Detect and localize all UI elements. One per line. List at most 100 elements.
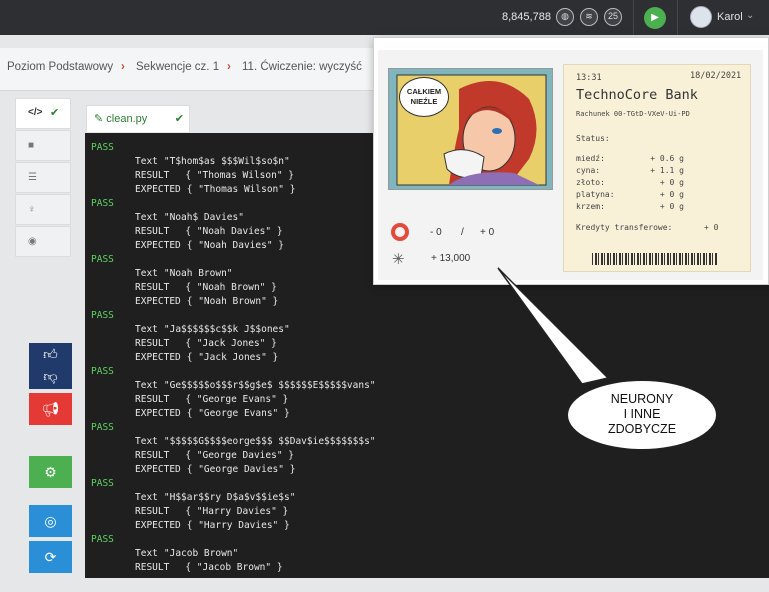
layers-icon[interactable]: ≋: [580, 8, 598, 26]
test-result-line: RESULT { "Noah Davies" }: [135, 226, 283, 237]
like-dislike-button[interactable]: 👍︎ 👎︎: [29, 343, 72, 389]
divider: [677, 0, 678, 35]
badge-icon[interactable]: 25: [604, 8, 622, 26]
pencil-icon: ✎: [94, 113, 107, 125]
metal-value: + 1.1 g: [650, 166, 684, 175]
play-icon[interactable]: ▶: [644, 7, 666, 29]
result-label: RESULT: [135, 338, 170, 349]
test-expected-line: EXPECTED { "Thomas Wilson" }: [135, 184, 295, 195]
report-button[interactable]: 📢︎: [29, 393, 72, 425]
lifebuoy-icon: ◎: [44, 513, 57, 529]
metal-name: platyna:: [576, 190, 615, 199]
tab-list[interactable]: ☰: [15, 162, 71, 193]
callout-line-1: NEURONY: [610, 392, 674, 406]
metal-name: cyna:: [576, 166, 601, 175]
result-value: { "Noah Davies" }: [185, 226, 283, 237]
user-name[interactable]: Karol: [717, 11, 743, 23]
tab-preview[interactable]: ◉: [15, 226, 71, 257]
test-status: PASS: [91, 366, 114, 377]
text-label: Text: [135, 380, 158, 391]
result-label: RESULT: [135, 282, 170, 293]
result-label: RESULT: [135, 394, 170, 405]
test-input-line: Text "H$$ar$$ry D$a$v$$ie$s": [135, 492, 295, 503]
file-name: clean.py: [106, 113, 148, 125]
test-result-line: RESULT { "George Evans" }: [135, 394, 288, 405]
test-input-line: Text "Noah Brown": [135, 268, 233, 279]
avatar[interactable]: [690, 6, 712, 28]
top-bar: 8,845,788 ◍ ≋ 25 ▶ Karol ⌄: [0, 0, 769, 35]
expected-value: { "George Davies" }: [186, 464, 296, 475]
breadcrumb-separator: ›: [227, 61, 231, 73]
megaphone-icon: 📢︎: [41, 401, 60, 417]
help-button[interactable]: ◎: [29, 505, 72, 537]
metal-value: + 0.6 g: [650, 154, 684, 163]
metal-value: + 0 g: [659, 178, 684, 187]
lightbulb-icon: ♀: [28, 204, 36, 215]
result-label: RESULT: [135, 226, 170, 237]
text-label: Text: [135, 268, 158, 279]
input-value: "H$$ar$$ry D$a$v$$ie$s": [163, 492, 296, 503]
test-result-line: RESULT { "Thomas Wilson" }: [135, 170, 294, 181]
text-label: Text: [135, 492, 158, 503]
test-expected-line: EXPECTED { "Noah Brown" }: [135, 296, 278, 307]
bank-account: Rachunek 00-TGtD-VXeV-Ui-PD: [576, 110, 690, 118]
expected-value: { "George Evans" }: [186, 408, 290, 419]
test-expected-line: EXPECTED { "Harry Davies" }: [135, 520, 290, 531]
bank-time: 13:31: [576, 73, 602, 83]
status-label: PASS: [91, 310, 114, 321]
test-result-line: RESULT { "George Davies" }: [135, 450, 294, 461]
eye-icon: ◉: [28, 236, 37, 247]
text-label: Text: [135, 548, 158, 559]
input-value: "Noah Brown": [163, 268, 233, 279]
bank-status-label: Status:: [576, 134, 610, 143]
input-value: "$$$$$G$$$$eorge$$$ $$Dav$ie$$$$$$$s": [163, 436, 376, 447]
result-value: { "Harry Davies" }: [185, 506, 289, 517]
lifebuoy-icon: [391, 223, 409, 241]
result-value: { "Jacob Brown" }: [185, 562, 283, 573]
test-result-line: RESULT { "Jacob Brown" }: [135, 562, 283, 573]
credits-value: + 0: [704, 223, 719, 232]
test-input-line: Text "Ge$$$$$o$$$r$$g$e$ $$$$$$E$$$$$vans…: [135, 380, 376, 391]
expected-value: { "Thomas Wilson" }: [186, 184, 296, 195]
lifebuoy-plus-value: + 0: [480, 227, 495, 238]
callout-line-2: I INNE: [623, 407, 661, 421]
status-label: PASS: [91, 478, 114, 489]
file-tab[interactable]: ✎ clean.py ✔: [86, 105, 190, 132]
expected-label: EXPECTED: [135, 240, 181, 251]
breadcrumb-item-level[interactable]: Poziom Podstawowy: [7, 61, 113, 73]
status-label: PASS: [91, 254, 114, 265]
code-icon: </>: [28, 107, 43, 118]
refresh-button[interactable]: ⟳: [29, 541, 72, 573]
result-value: { "Thomas Wilson" }: [185, 170, 294, 181]
expected-value: { "Harry Davies" }: [186, 520, 290, 531]
neuron-icon: ✳: [392, 251, 405, 268]
breadcrumb-item-section[interactable]: Sekwencje cz. 1: [136, 61, 219, 73]
expected-label: EXPECTED: [135, 464, 181, 475]
expected-label: EXPECTED: [135, 520, 181, 531]
test-input-line: Text "Noah$ Davies": [135, 212, 244, 223]
check-icon: ✔: [50, 107, 60, 119]
test-result-line: RESULT { "Jack Jones" }: [135, 338, 277, 349]
settings-gears-button[interactable]: ⚙: [29, 456, 72, 488]
thumbs-up-icon[interactable]: 👍︎: [43, 346, 58, 362]
breadcrumb-separator: ›: [121, 61, 125, 73]
test-expected-line: EXPECTED { "George Evans" }: [135, 408, 290, 419]
text-label: Text: [135, 324, 158, 335]
input-value: "Jacob Brown": [163, 548, 239, 559]
result-label: RESULT: [135, 450, 170, 461]
result-label: RESULT: [135, 562, 170, 573]
input-value: "Noah$ Davies": [163, 212, 244, 223]
globe-icon[interactable]: ◍: [556, 8, 574, 26]
chevron-down-icon[interactable]: ⌄: [746, 10, 754, 21]
status-label: PASS: [91, 198, 114, 209]
callout-line-3: ZDOBYCZE: [607, 422, 677, 436]
list-icon: ☰: [28, 172, 37, 183]
refresh-icon: ⟳: [44, 549, 57, 565]
result-label: RESULT: [135, 506, 170, 517]
result-label: RESULT: [135, 170, 170, 181]
test-expected-line: EXPECTED { "Noah Davies" }: [135, 240, 284, 251]
tab-video[interactable]: ■: [15, 130, 71, 161]
tab-hint[interactable]: ♀: [15, 194, 71, 225]
tab-code[interactable]: </> ✔: [15, 98, 71, 129]
thumbs-down-icon[interactable]: 👎︎: [43, 368, 57, 384]
